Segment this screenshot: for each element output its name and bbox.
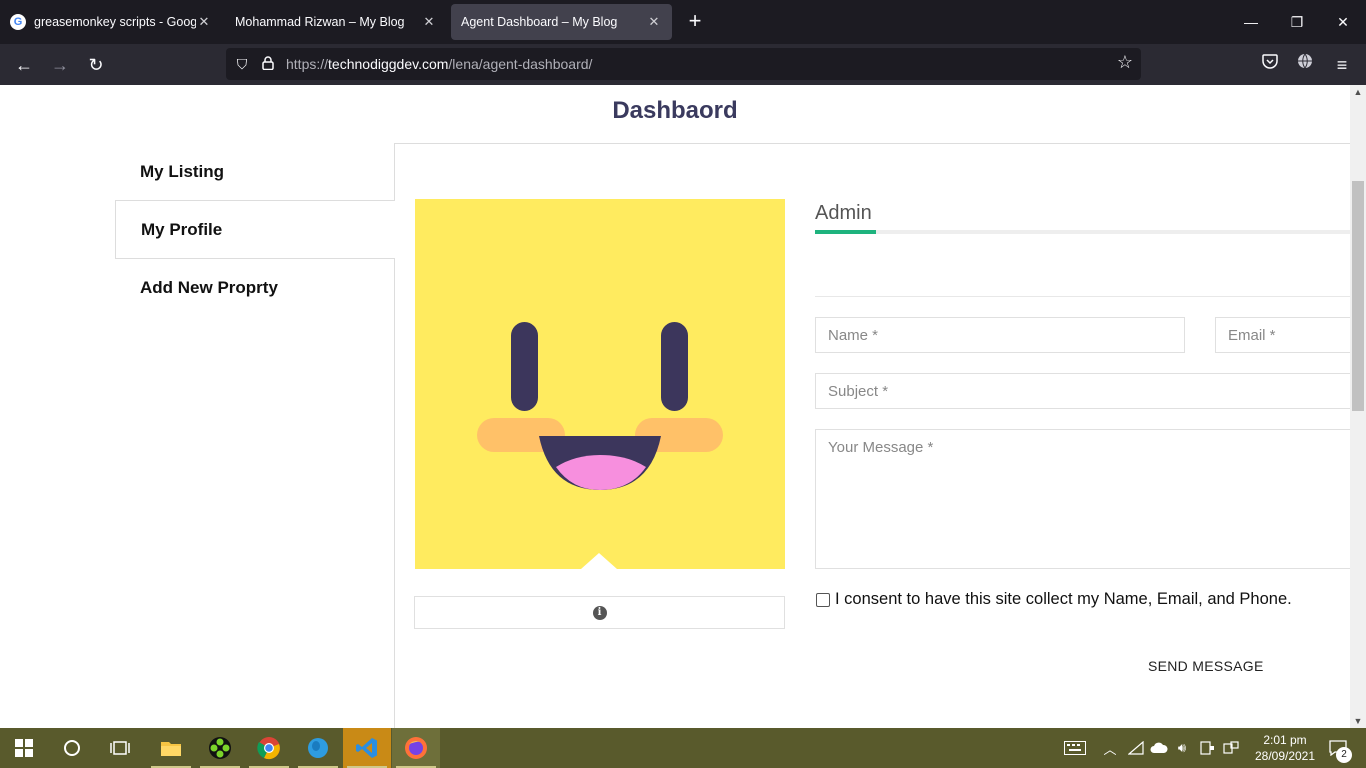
consent-row: I consent to have this site collect my N…: [815, 590, 1292, 609]
cloud-icon[interactable]: [1148, 728, 1170, 768]
page-scrollbar[interactable]: ▲ ▼: [1350, 85, 1366, 728]
vscode-icon[interactable]: [343, 728, 391, 768]
close-window-button[interactable]: ✕: [1320, 8, 1366, 36]
minimize-button[interactable]: —: [1228, 8, 1274, 36]
clock-time: 2:01 pm: [1263, 733, 1307, 747]
windows-taskbar: ︿ 🔊︎ 2:01 pm 28/09/2021 2: [0, 728, 1366, 768]
sidebar-item-label: My Listing: [140, 161, 225, 181]
avatar-info-bar: i: [414, 596, 785, 629]
tab-title: greasemonkey scripts - Google: [34, 15, 196, 29]
chrome-icon[interactable]: [245, 728, 293, 768]
back-button[interactable]: ←: [9, 50, 39, 80]
browser-tab-bar: G greasemonkey scripts - Google ✕ Mohamm…: [0, 0, 1366, 44]
language-icon[interactable]: [1220, 728, 1242, 768]
app-green-icon[interactable]: [196, 728, 244, 768]
right-eye: [661, 322, 688, 411]
shield-icon[interactable]: ⛉: [234, 56, 250, 73]
url-text[interactable]: https://technodiggdev.com/lena/agent-das…: [286, 56, 592, 72]
profile-avatar: [415, 199, 785, 569]
url-domain: technodiggdev.com: [328, 56, 449, 72]
start-button[interactable]: [0, 728, 48, 768]
profile-name: Admin: [815, 202, 872, 224]
url-path: /lena/agent-dashboard/: [448, 56, 593, 72]
elephant-app-icon[interactable]: [294, 728, 342, 768]
notification-center-icon[interactable]: 2: [1320, 728, 1356, 768]
scroll-thumb[interactable]: [1352, 181, 1364, 411]
forward-button[interactable]: →: [45, 50, 75, 80]
close-tab-icon[interactable]: ✕: [421, 14, 437, 30]
bookmark-star-icon[interactable]: ☆: [1117, 52, 1133, 73]
menu-icon[interactable]: ≡: [1327, 50, 1357, 80]
sidebar-item-label: Add New Proprty: [140, 278, 278, 297]
file-explorer-icon[interactable]: [147, 728, 195, 768]
lock-icon[interactable]: [262, 55, 276, 73]
page-content: Dashbaord My Listing My Profile Add New …: [0, 85, 1350, 728]
page-title: Dashbaord: [612, 97, 738, 124]
dashboard-sidebar: My Listing My Profile Add New Proprty: [115, 143, 395, 317]
consent-label: I consent to have this site collect my N…: [835, 590, 1292, 608]
name-field[interactable]: Name *: [815, 317, 1185, 353]
sidebar-item-my-profile[interactable]: My Profile: [115, 201, 395, 259]
new-tab-button[interactable]: +: [683, 10, 707, 34]
url-bar[interactable]: ⛉ https://technodiggdev.com/lena/agent-d…: [226, 48, 1141, 80]
google-icon: G: [10, 14, 26, 30]
left-eye: [511, 322, 538, 411]
tab-title: Mohammad Rizwan – My Blog: [235, 15, 405, 29]
subject-placeholder: Subject *: [828, 382, 889, 400]
name-underline-track: [815, 230, 1350, 234]
notification-badge: 2: [1336, 747, 1352, 763]
url-prefix: https://: [286, 56, 329, 72]
task-view-icon[interactable]: [96, 728, 144, 768]
keyboard-icon[interactable]: [1060, 728, 1090, 768]
consent-checkbox[interactable]: [816, 592, 830, 607]
pocket-icon[interactable]: [1255, 50, 1285, 80]
email-placeholder: Email *: [1228, 326, 1276, 344]
divider: [815, 296, 1350, 297]
message-placeholder: Your Message *: [828, 439, 934, 456]
wifi-icon[interactable]: [1126, 728, 1146, 768]
clock-date: 28/09/2021: [1254, 749, 1316, 763]
chevron-up-icon[interactable]: ︿: [1100, 728, 1120, 768]
subject-field[interactable]: Subject *: [815, 373, 1350, 409]
avatar-notch: [581, 553, 617, 569]
tab-title: Agent Dashboard – My Blog: [461, 15, 618, 29]
taskbar-clock[interactable]: 2:01 pm 28/09/2021: [1250, 732, 1320, 764]
reload-button[interactable]: ↻: [81, 50, 111, 80]
name-underline-accent: [815, 230, 876, 234]
name-placeholder: Name *: [828, 326, 879, 344]
send-message-button[interactable]: SEND MESSAGE: [1148, 658, 1264, 674]
browser-tab-agent-dashboard[interactable]: Agent Dashboard – My Blog ✕: [451, 4, 672, 40]
firefox-icon[interactable]: [392, 728, 440, 768]
scroll-down-arrow-icon[interactable]: ▼: [1350, 716, 1366, 726]
close-tab-icon[interactable]: ✕: [196, 14, 212, 30]
search-circle-icon[interactable]: [48, 728, 96, 768]
close-tab-icon[interactable]: ✕: [646, 14, 662, 30]
sidebar-item-add-new-property[interactable]: Add New Proprty: [115, 259, 395, 317]
volume-icon[interactable]: 🔊︎: [1172, 728, 1192, 768]
sidebar-item-label: My Profile: [141, 219, 223, 239]
sidebar-item-my-listing[interactable]: My Listing: [115, 143, 395, 201]
message-field[interactable]: Your Message *: [815, 429, 1350, 569]
email-field[interactable]: Email *: [1215, 317, 1350, 353]
browser-tab-blog[interactable]: Mohammad Rizwan – My Blog ✕: [225, 4, 447, 40]
device-icon[interactable]: [1196, 728, 1218, 768]
info-icon[interactable]: i: [592, 605, 607, 620]
globe-icon[interactable]: [1290, 50, 1320, 80]
browser-nav-bar: ← → ↻ ⛉ https://technodiggdev.com/lena/a…: [0, 44, 1366, 85]
scroll-up-arrow-icon[interactable]: ▲: [1350, 87, 1366, 97]
browser-tab-greasemonkey[interactable]: G greasemonkey scripts - Google ✕: [0, 4, 222, 40]
restore-button[interactable]: ❐: [1274, 8, 1320, 36]
